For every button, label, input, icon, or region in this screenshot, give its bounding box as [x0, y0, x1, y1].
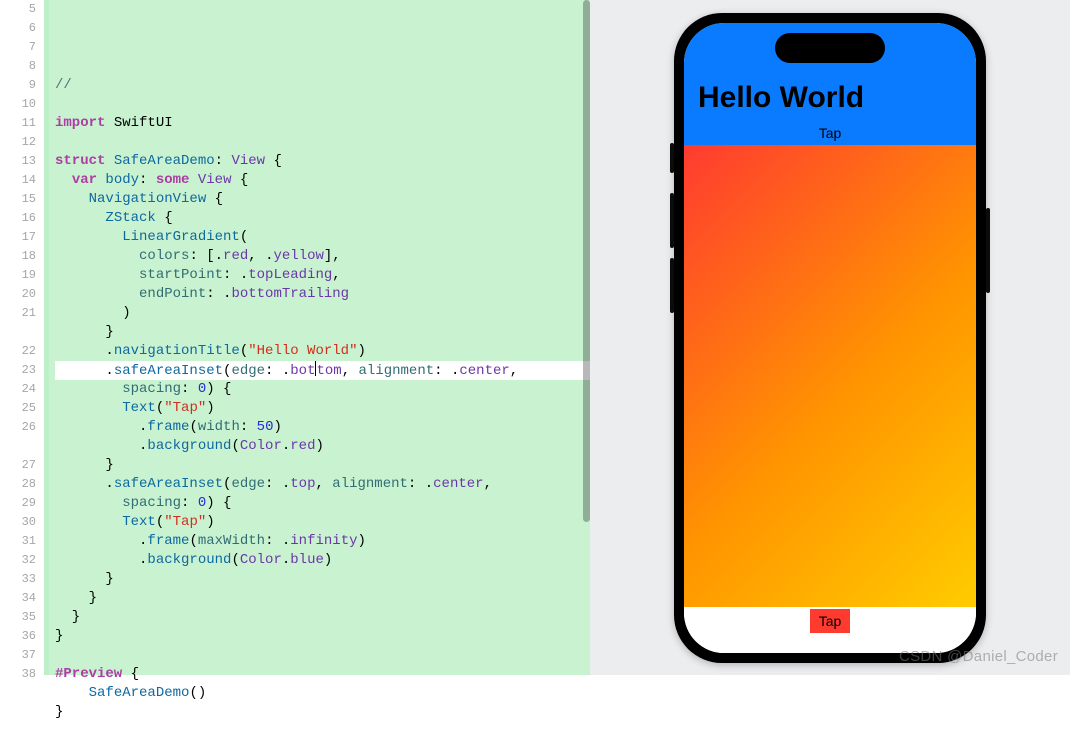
line-number: 29	[0, 494, 36, 513]
line-number: 17	[0, 228, 36, 247]
line-number: 9	[0, 76, 36, 95]
code-line[interactable]: struct SafeAreaDemo: View {	[55, 152, 590, 171]
line-number: 35	[0, 608, 36, 627]
line-number: 6	[0, 19, 36, 38]
line-number: 28	[0, 475, 36, 494]
code-line[interactable]: Text("Tap")	[55, 513, 590, 532]
line-number: 31	[0, 532, 36, 551]
code-line[interactable]: .background(Color.blue)	[55, 551, 590, 570]
code-line[interactable]: }	[55, 627, 590, 646]
preview-canvas: Hello World Tap Tap CSDN @Daniel_Coder	[590, 0, 1070, 675]
line-number: 33	[0, 570, 36, 589]
code-area[interactable]: // import SwiftUI struct SafeAreaDemo: Vi…	[49, 0, 590, 675]
bottom-safe-area-inset: Tap	[684, 607, 976, 653]
code-line[interactable]: }	[55, 703, 590, 722]
iphone-device-frame: Hello World Tap Tap	[674, 13, 986, 663]
code-line[interactable]	[55, 722, 590, 741]
code-line[interactable]	[55, 133, 590, 152]
code-line[interactable]: var body: some View {	[55, 171, 590, 190]
code-line[interactable]: .background(Color.red)	[55, 437, 590, 456]
code-line[interactable]: spacing: 0) {	[55, 380, 590, 399]
line-number: 7	[0, 38, 36, 57]
code-line[interactable]: Text("Tap")	[55, 399, 590, 418]
navigation-title: Hello World	[684, 77, 976, 121]
code-line[interactable]: LinearGradient(	[55, 228, 590, 247]
linear-gradient-view	[684, 145, 976, 607]
line-number: 34	[0, 589, 36, 608]
line-number: 18	[0, 247, 36, 266]
line-number: 30	[0, 513, 36, 532]
line-number-gutter: 56789101112131415161718192021 2223242526 2…	[0, 0, 44, 675]
volume-up-icon	[670, 193, 674, 248]
line-number: 36	[0, 627, 36, 646]
line-number: 20	[0, 285, 36, 304]
code-line[interactable]	[55, 57, 590, 76]
code-line[interactable]: .navigationTitle("Hello World")	[55, 342, 590, 361]
line-number: 16	[0, 209, 36, 228]
code-line[interactable]: spacing: 0) {	[55, 494, 590, 513]
code-line[interactable]: }	[55, 570, 590, 589]
code-line[interactable]: }	[55, 608, 590, 627]
code-line[interactable]	[55, 95, 590, 114]
code-line[interactable]: colors: [.red, .yellow],	[55, 247, 590, 266]
code-line[interactable]: NavigationView {	[55, 190, 590, 209]
line-number: 13	[0, 152, 36, 171]
line-number: 26	[0, 418, 36, 437]
code-line[interactable]: .frame(maxWidth: .infinity)	[55, 532, 590, 551]
line-number: 25	[0, 399, 36, 418]
code-line[interactable]: .safeAreaInset(edge: .bottom, alignment:…	[55, 361, 590, 380]
code-line[interactable]: }	[55, 323, 590, 342]
code-line[interactable]	[55, 646, 590, 665]
line-number: 11	[0, 114, 36, 133]
power-button-icon	[986, 208, 990, 293]
line-number: 24	[0, 380, 36, 399]
line-number: 15	[0, 190, 36, 209]
line-number: 8	[0, 57, 36, 76]
top-tap-label[interactable]: Tap	[684, 121, 976, 145]
bottom-tap-label[interactable]: Tap	[810, 609, 850, 633]
line-number	[0, 437, 36, 456]
line-number: 22	[0, 342, 36, 361]
line-number: 12	[0, 133, 36, 152]
code-line[interactable]: )	[55, 304, 590, 323]
line-number: 27	[0, 456, 36, 475]
dynamic-island-icon	[775, 33, 885, 63]
device-screen: Hello World Tap Tap	[684, 23, 976, 653]
line-number	[0, 323, 36, 342]
watermark-text: CSDN @Daniel_Coder	[899, 648, 1058, 665]
vertical-scrollbar[interactable]	[583, 0, 590, 522]
mute-switch-icon	[670, 143, 674, 173]
code-line[interactable]: //	[55, 76, 590, 95]
code-editor[interactable]: 56789101112131415161718192021 2223242526 2…	[0, 0, 590, 675]
line-number: 23	[0, 361, 36, 380]
code-line[interactable]: }	[55, 589, 590, 608]
line-number: 10	[0, 95, 36, 114]
code-line[interactable]: ZStack {	[55, 209, 590, 228]
code-line[interactable]: import SwiftUI	[55, 114, 590, 133]
code-line[interactable]: startPoint: .topLeading,	[55, 266, 590, 285]
line-number: 14	[0, 171, 36, 190]
volume-down-icon	[670, 258, 674, 313]
code-line[interactable]: SafeAreaDemo()	[55, 684, 590, 703]
code-line[interactable]: endPoint: .bottomTrailing	[55, 285, 590, 304]
line-number: 19	[0, 266, 36, 285]
code-line[interactable]: .safeAreaInset(edge: .top, alignment: .c…	[55, 475, 590, 494]
line-number: 5	[0, 0, 36, 19]
code-line[interactable]: .frame(width: 50)	[55, 418, 590, 437]
line-number: 32	[0, 551, 36, 570]
line-number: 21	[0, 304, 36, 323]
code-line[interactable]: }	[55, 456, 590, 475]
line-number: 37	[0, 646, 36, 665]
